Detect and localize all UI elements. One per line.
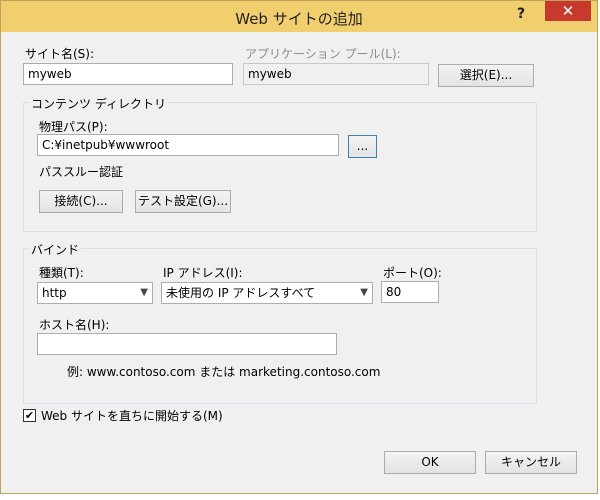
- binding-title: バインド: [29, 241, 82, 258]
- connect-button[interactable]: 接続(C)...: [39, 190, 123, 213]
- close-button[interactable]: ✕: [545, 1, 591, 21]
- host-example-text: 例: www.contoso.com または marketing.contoso…: [67, 365, 381, 379]
- app-pool-label: アプリケーション プール(L):: [245, 47, 401, 61]
- content-directory-title: コンテンツ ディレクトリ: [29, 95, 168, 112]
- start-now-checkbox[interactable]: ✔: [23, 409, 36, 422]
- ip-address-label: IP アドレス(I):: [163, 266, 243, 280]
- host-name-label: ホスト名(H):: [39, 318, 110, 332]
- type-select[interactable]: http ▼: [37, 282, 153, 304]
- port-label: ポート(O):: [383, 266, 442, 280]
- chevron-down-icon: ▼: [360, 287, 368, 298]
- start-now-label: Web サイトを直ちに開始する(M): [41, 409, 223, 423]
- ok-button[interactable]: OK: [384, 451, 476, 474]
- app-pool-field: myweb: [243, 63, 429, 85]
- host-name-input[interactable]: [37, 333, 337, 355]
- passthrough-auth-label: パススルー認証: [39, 165, 124, 179]
- site-name-label: サイト名(S):: [25, 47, 95, 61]
- title-bar: Web サイトの追加 ? ✕: [1, 1, 597, 32]
- select-pool-button[interactable]: 選択(E)...: [438, 64, 534, 87]
- port-input[interactable]: 80: [381, 281, 439, 303]
- dialog-title: Web サイトの追加: [235, 10, 363, 28]
- type-label: 種類(T):: [39, 266, 84, 280]
- help-button[interactable]: ?: [510, 3, 532, 25]
- test-settings-button[interactable]: テスト設定(G)...: [135, 190, 231, 213]
- ip-address-select[interactable]: 未使用の IP アドレスすべて ▼: [161, 282, 373, 304]
- ip-address-select-value: 未使用の IP アドレスすべて: [166, 286, 316, 300]
- cancel-button[interactable]: キャンセル: [485, 451, 577, 474]
- type-select-value: http: [42, 286, 67, 300]
- physical-path-label: 物理パス(P):: [39, 120, 108, 134]
- physical-path-input[interactable]: C:¥inetpub¥wwwroot: [37, 134, 339, 156]
- site-name-input[interactable]: myweb: [23, 63, 233, 85]
- browse-button[interactable]: ...: [348, 135, 377, 158]
- add-website-dialog: Web サイトの追加 ? ✕ サイト名(S): myweb アプリケーション プ…: [0, 0, 598, 494]
- chevron-down-icon: ▼: [140, 287, 148, 298]
